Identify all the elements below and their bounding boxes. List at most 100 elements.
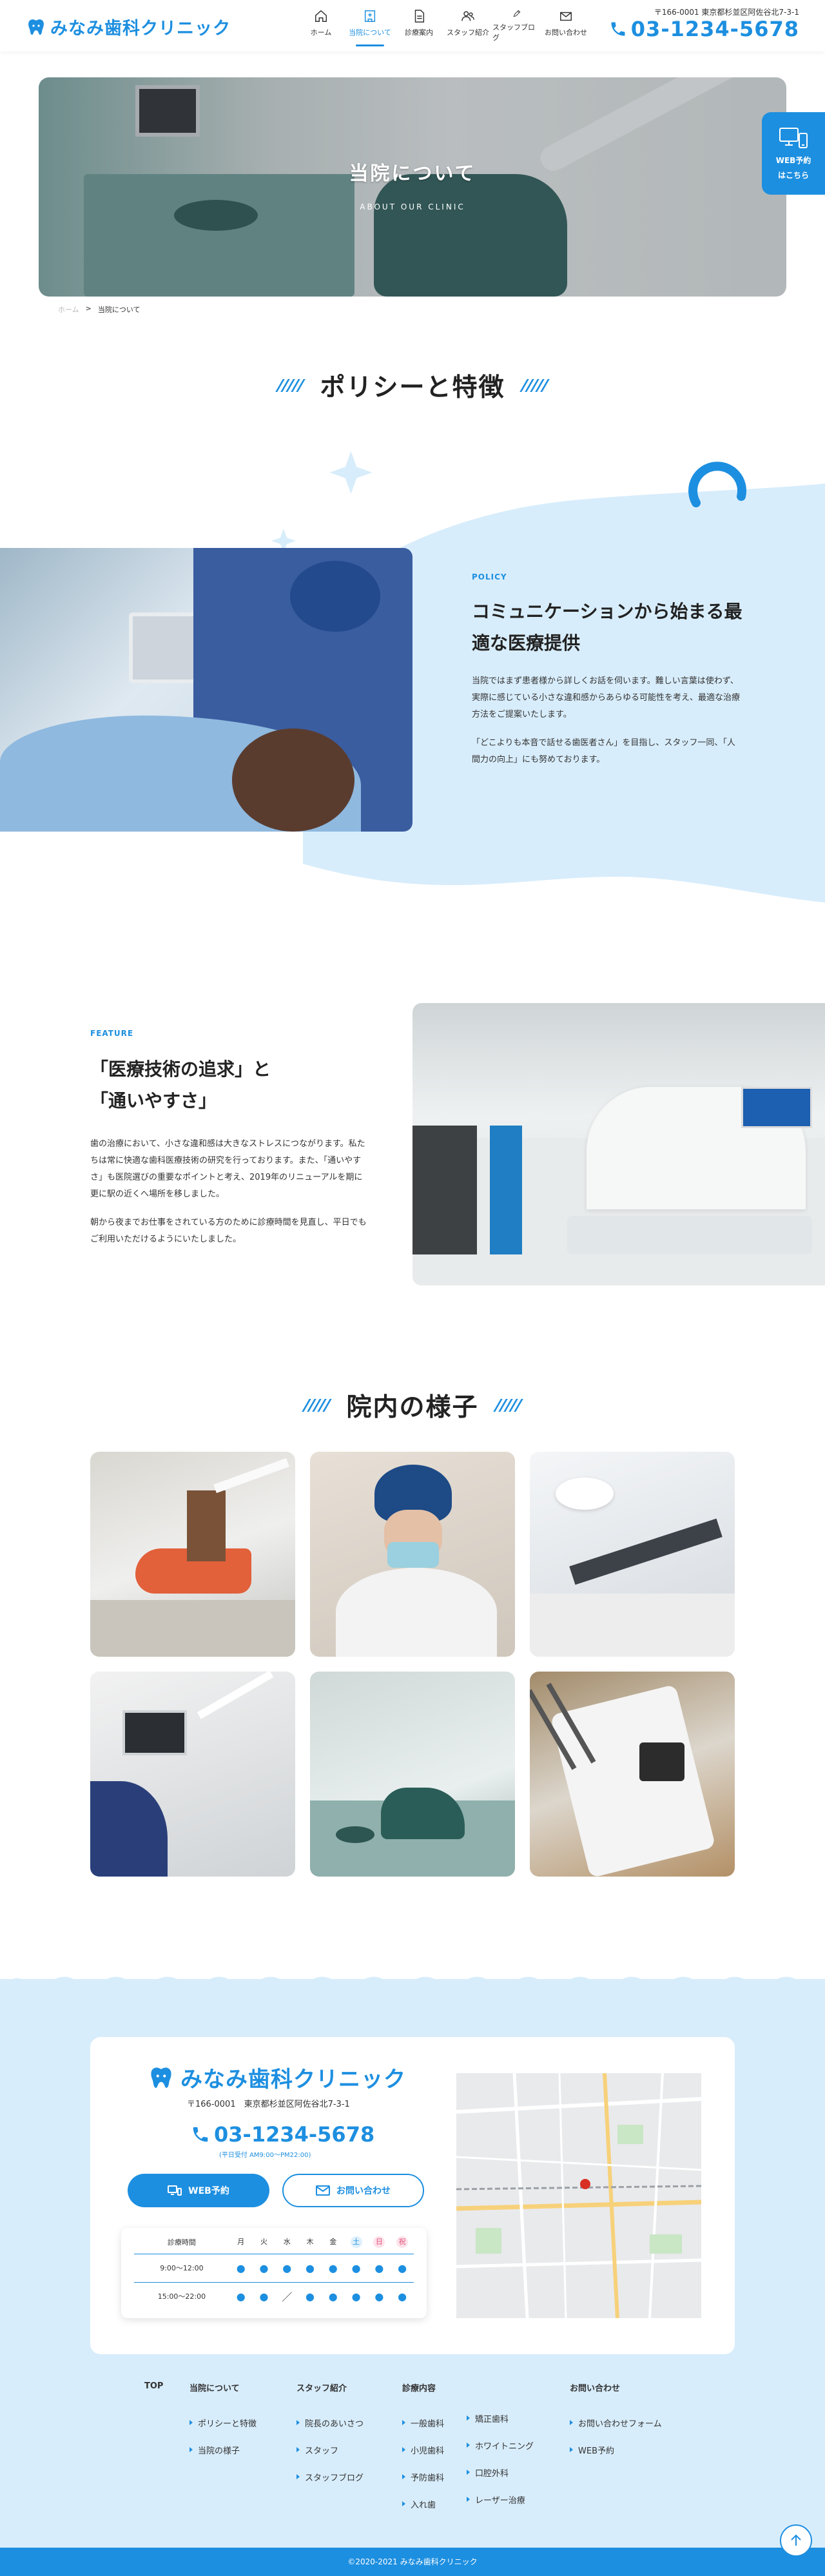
policy-photo-dentist-treating-patient xyxy=(0,548,412,832)
hours-mark: ● xyxy=(344,2253,368,2282)
access-map[interactable] xyxy=(456,2073,701,2318)
footer-col-treatment: 診療内容 一般歯科 小児歯科 予防歯科 入れ歯 xyxy=(402,2381,444,2517)
policy-paragraph-1: 当院ではまず患者様から詳しくお話を伺います。難しい言葉は使わず、実際に感じている… xyxy=(472,676,741,719)
page-top-button[interactable] xyxy=(780,2524,812,2557)
nav-staff[interactable]: スタッフ紹介 xyxy=(443,9,492,43)
side-web-booking-button[interactable]: WEB予約 はこちら xyxy=(762,112,825,195)
footer-link-preventive[interactable]: 予防歯科 xyxy=(402,2463,444,2490)
policy-title: コミュニケーションから始まる最適な医療提供 xyxy=(472,601,742,654)
policy-label: POLICY xyxy=(472,572,507,581)
footer-contact-head[interactable]: お問い合わせ xyxy=(570,2381,662,2394)
footer-treatment-head[interactable]: 診療内容 xyxy=(402,2381,444,2394)
policy-section-heading: ポリシーと特徴 xyxy=(0,367,825,404)
hours-mark: ● xyxy=(252,2281,276,2310)
header-phone-link[interactable]: 03-1234-5678 xyxy=(609,17,799,41)
gallery-photo-treatment-room xyxy=(90,1452,295,1657)
footer-phone-link[interactable]: 03-1234-5678 xyxy=(191,2122,374,2147)
nav-blog[interactable]: スタッフブログ xyxy=(492,9,541,43)
hours-mark: ● xyxy=(252,2253,276,2282)
breadcrumb-current: 当院について xyxy=(97,306,141,314)
slash-decoration-left xyxy=(302,1399,333,1412)
copyright-text: ©2020-2021 みなみ歯科クリニック xyxy=(347,2557,478,2566)
hours-mark: ● xyxy=(321,2281,345,2310)
hours-header-sat: 土 xyxy=(345,2230,368,2254)
footer-link-orthodontics[interactable]: 矯正歯科 xyxy=(467,2405,534,2432)
policy-photo-dentist-cap xyxy=(290,561,380,632)
footer-col-top: TOP xyxy=(144,2381,163,2391)
hours-header-wed: 水 xyxy=(283,2237,291,2246)
hours-mark: ● xyxy=(344,2281,368,2310)
footer-link-greeting[interactable]: 院長のあいさつ xyxy=(296,2409,364,2436)
feature-photo-counter xyxy=(567,1216,812,1254)
breadcrumb: ホーム > 当院について xyxy=(58,304,141,315)
staff-icon xyxy=(461,11,474,21)
page-title: 当院について xyxy=(349,162,476,185)
nav-about[interactable]: 当院について xyxy=(345,9,394,46)
pencil-icon xyxy=(513,10,521,17)
phone-icon xyxy=(611,22,625,36)
clinic-photo-gallery xyxy=(90,1452,735,1877)
footer-link-laser[interactable]: レーザー治療 xyxy=(467,2486,534,2513)
hours-mark: ● xyxy=(229,2253,253,2282)
contact-button[interactable]: お問い合わせ xyxy=(282,2174,424,2207)
feature-photo-door-blue xyxy=(490,1126,522,1254)
footer-about-head[interactable]: 当院について xyxy=(189,2381,257,2394)
hours-row-evening: 15:00〜22:00 ● ● ／ ● ● ● ● ● xyxy=(134,2281,414,2310)
footer-col-about: 当院について ポリシーと特徴 当院の様子 xyxy=(189,2381,257,2463)
footer-link-web-booking[interactable]: WEB予約 xyxy=(570,2436,662,2463)
hours-header-mon: 月 xyxy=(237,2237,245,2246)
hours-mark: ● xyxy=(391,2281,414,2310)
footer-col-staff: スタッフ紹介 院長のあいさつ スタッフ スタッフブログ xyxy=(296,2381,364,2490)
footer-link-general[interactable]: 一般歯科 xyxy=(402,2409,444,2436)
document-icon xyxy=(414,10,425,23)
footer-logo[interactable]: みなみ歯科クリニック xyxy=(147,2062,406,2093)
feature-paragraph-2: 朝から夜までお仕事をされている方のために診療時間を見直し、平日でもご利用いただけ… xyxy=(90,1218,367,1244)
feature-text-block: FEATURE 「医療技術の追求」と 「通いやすさ」 歯の治療において、小さな違… xyxy=(90,1029,367,1248)
footer-link-policy[interactable]: ポリシーと特徴 xyxy=(189,2409,257,2436)
feature-label: FEATURE xyxy=(90,1029,134,1038)
hours-table-header-row: 診療時間 月 火 水 木 金 土 日 祝 xyxy=(134,2230,414,2254)
hours-header-tue: 火 xyxy=(260,2237,267,2246)
policy-paragraph-2: 「どこよりも本音で話せる歯医者さん」を目指し、スタッフ一同、「人間力の向上」にも… xyxy=(472,738,735,765)
mail-icon xyxy=(560,12,572,21)
footer-link-dentures[interactable]: 入れ歯 xyxy=(402,2490,444,2517)
footer-link-clinic-view[interactable]: 当院の様子 xyxy=(189,2436,257,2463)
hours-mark: ● xyxy=(298,2253,322,2282)
arrow-up-icon xyxy=(791,2534,801,2546)
header-address: 〒166-0001 東京都杉並区阿佐谷北7-3-1 xyxy=(654,8,799,17)
footer-link-staff[interactable]: スタッフ xyxy=(296,2436,364,2463)
footer-link-contact-form[interactable]: お問い合わせフォーム xyxy=(570,2409,662,2436)
footer-staff-head[interactable]: スタッフ紹介 xyxy=(296,2381,364,2394)
footer-link-oral-surgery[interactable]: 口腔外科 xyxy=(467,2459,534,2486)
feature-paragraph-1: 歯の治療において、小さな違和感は大きなストレスにつながります。私たちは常に快適な… xyxy=(90,1139,365,1199)
feature-photo-door-dark xyxy=(412,1126,477,1254)
slash-decoration-right xyxy=(519,379,550,392)
hero-overlay xyxy=(39,77,786,297)
mail-icon xyxy=(316,2185,330,2196)
web-booking-button[interactable]: WEB予約 xyxy=(128,2174,269,2207)
footer-reception-hours: (平日受付 AM9:00〜PM22:00) xyxy=(219,2152,311,2159)
footer-col-contact: お問い合わせ お問い合わせフォーム WEB予約 xyxy=(570,2381,662,2463)
hours-row-morning: 9:00〜12:00 ● ● ● ● ● ● ● ● xyxy=(134,2253,414,2282)
slash-decoration-right xyxy=(492,1399,523,1412)
tooth-logo-icon xyxy=(28,19,44,35)
site-logo[interactable]: みなみ歯科クリニック xyxy=(26,14,231,39)
breadcrumb-home[interactable]: ホーム xyxy=(58,304,79,315)
page-subtitle: ABOUT OUR CLINIC xyxy=(360,202,465,211)
footer-link-blog[interactable]: スタッフブログ xyxy=(296,2463,364,2490)
map-illustration xyxy=(456,2073,701,2318)
footer-link-whitening[interactable]: ホワイトニング xyxy=(467,2432,534,2459)
gallery-photo-dental-unit xyxy=(530,1452,735,1657)
phone-icon xyxy=(193,2127,208,2142)
hours-row-time: 9:00〜12:00 xyxy=(134,2253,229,2282)
nav-home[interactable]: ホーム xyxy=(296,9,345,43)
global-nav: ホーム 当院について 診療案内 スタッフ紹介 スタッフブログ お問い合わせ xyxy=(296,9,590,46)
policy-heading-text: ポリシーと特徴 xyxy=(320,373,505,402)
footer-link-pediatric[interactable]: 小児歯科 xyxy=(402,2436,444,2463)
nav-staff-label: スタッフ紹介 xyxy=(447,28,489,37)
footer-link-top[interactable]: TOP xyxy=(144,2381,163,2391)
nav-contact-label: お問い合わせ xyxy=(545,28,587,37)
nav-treatment[interactable]: 診療案内 xyxy=(394,9,443,43)
nav-contact[interactable]: お問い合わせ xyxy=(541,9,590,43)
header-phone-number: 03-1234-5678 xyxy=(630,17,799,41)
